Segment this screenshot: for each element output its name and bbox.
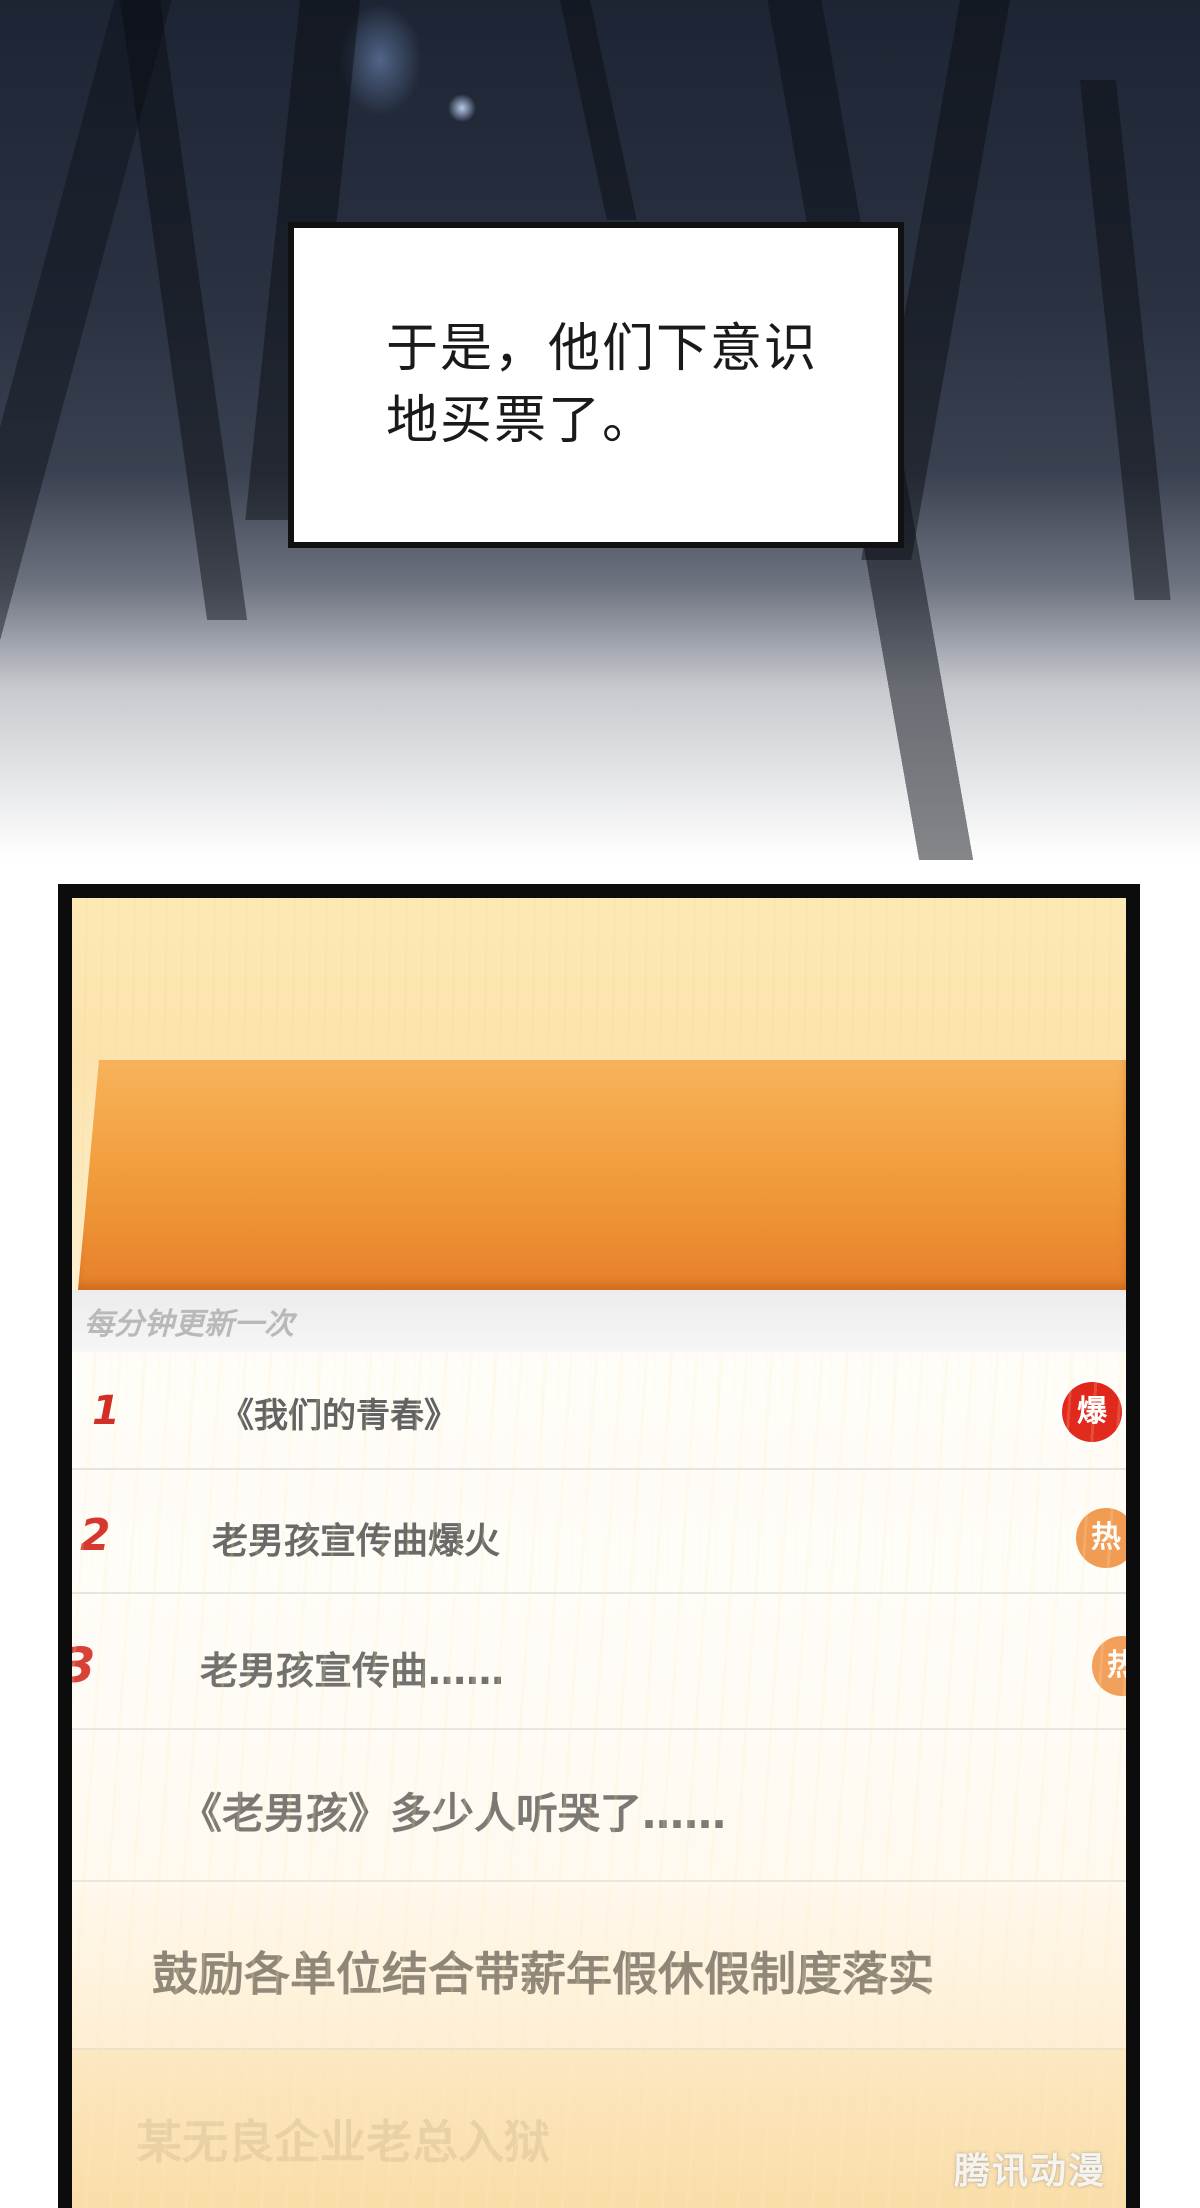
hot-list-row[interactable]: 《老男孩》多少人听哭了…… bbox=[72, 1730, 1126, 1882]
shadow-fold bbox=[560, 0, 637, 220]
hot-item-title[interactable]: 某无良企业老总入狱 bbox=[136, 2106, 550, 2172]
rank-number: 2 bbox=[80, 1510, 111, 1561]
shadow-fold bbox=[120, 0, 248, 620]
shadow-fold bbox=[1080, 80, 1171, 600]
hot-list-header bbox=[78, 1060, 1126, 1290]
narration-line-1: 于是，他们下意识 bbox=[386, 319, 819, 379]
rank-number: 1 bbox=[92, 1388, 120, 1434]
update-strip: 每分钟更新一次 bbox=[72, 1290, 1126, 1352]
hot-list-row[interactable]: 鼓励各单位结合带薪年假休假制度落实 bbox=[72, 1882, 1126, 2050]
hot-item-title[interactable]: 《我们的青春》 bbox=[220, 1388, 458, 1437]
hot-item-title[interactable]: 老男孩宣传曲…… bbox=[200, 1640, 504, 1695]
hot-item-title[interactable]: 《老男孩》多少人听哭了…… bbox=[180, 1780, 726, 1841]
hot-badge-icon: 热 bbox=[1092, 1636, 1126, 1696]
hot-list-row[interactable]: 1 《我们的青春》 爆 bbox=[72, 1352, 1126, 1470]
update-note: 每分钟更新一次 bbox=[84, 1307, 294, 1342]
hot-list-row[interactable]: 2 老男孩宣传曲爆火 热 bbox=[72, 1470, 1126, 1594]
narration-text: 于是，他们下意识 地买票了。 bbox=[386, 313, 846, 457]
boom-badge-icon: 爆 bbox=[1062, 1382, 1122, 1442]
rank-number: 3 bbox=[72, 1638, 95, 1694]
publisher-watermark: 腾讯动漫 bbox=[953, 2151, 1106, 2192]
hot-badge-icon: 热 bbox=[1076, 1508, 1126, 1568]
phone-frame: 每分钟更新一次 1 《我们的青春》 爆 2 老男孩宣传曲爆火 热 3 老男孩宣传… bbox=[58, 884, 1140, 2208]
hot-item-title[interactable]: 鼓励各单位结合带薪年假休假制度落实 bbox=[152, 1938, 934, 2004]
narration-box: 于是，他们下意识 地买票了。 bbox=[288, 222, 904, 548]
hot-list-row[interactable]: 3 老男孩宣传曲…… 热 bbox=[72, 1594, 1126, 1730]
narration-line-2: 地买票了。 bbox=[386, 391, 657, 451]
hot-item-title[interactable]: 老男孩宣传曲爆火 bbox=[212, 1512, 500, 1564]
phone-screen: 每分钟更新一次 1 《我们的青春》 爆 2 老男孩宣传曲爆火 热 3 老男孩宣传… bbox=[72, 898, 1126, 2208]
